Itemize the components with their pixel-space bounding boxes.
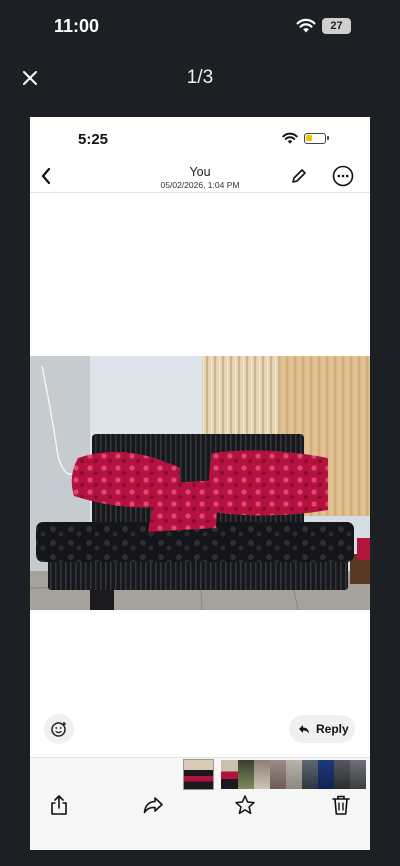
reply-button[interactable]: Reply (289, 715, 355, 743)
sender-name: You (189, 165, 211, 179)
smiley-add-icon (51, 722, 66, 737)
thumbnail[interactable] (183, 759, 214, 790)
thumbnail[interactable] (238, 760, 254, 789)
thumbnail[interactable] (286, 760, 302, 789)
trash-icon[interactable] (330, 794, 352, 816)
page-counter: 1/3 (186, 67, 214, 88)
wifi-icon (296, 18, 316, 33)
wifi-icon (282, 132, 298, 144)
thumbnail-strip[interactable] (183, 758, 370, 790)
thumbnail[interactable] (221, 760, 238, 789)
message-header: You 05/02/2026, 1:04 PM (30, 159, 370, 193)
reply-arrow-icon (299, 725, 309, 734)
sofa-photo[interactable] (30, 356, 370, 610)
inner-status-bar: 5:25 (30, 117, 370, 159)
battery-indicator: 27 (322, 18, 351, 34)
forward-icon[interactable] (142, 794, 164, 816)
status-time: 11:00 (54, 16, 100, 36)
inner-status-time: 5:25 (78, 131, 109, 148)
reply-label: Reply (316, 722, 349, 736)
thumbnail[interactable] (318, 760, 334, 789)
star-icon[interactable] (234, 794, 256, 816)
thumbnail[interactable] (270, 760, 286, 789)
add-reaction-button[interactable] (44, 714, 74, 744)
status-bar: 11:00 27 (0, 0, 400, 52)
ellipsis-circle-icon[interactable] (332, 165, 354, 187)
thumbnail[interactable] (350, 760, 366, 789)
battery-icon (304, 133, 329, 144)
viewer-header: 1/3 (0, 52, 400, 104)
pencil-icon[interactable] (290, 167, 308, 185)
sent-date: 05/02/2026, 1:04 PM (160, 180, 240, 190)
thumbnail[interactable] (254, 760, 270, 789)
bottom-toolbar (30, 757, 370, 850)
thumbnail[interactable] (334, 760, 350, 789)
displayed-screenshot[interactable]: 5:25 You 05/02/2026, 1:04 PM Reply (30, 117, 370, 850)
thumbnail[interactable] (302, 760, 318, 789)
share-icon[interactable] (48, 794, 70, 816)
